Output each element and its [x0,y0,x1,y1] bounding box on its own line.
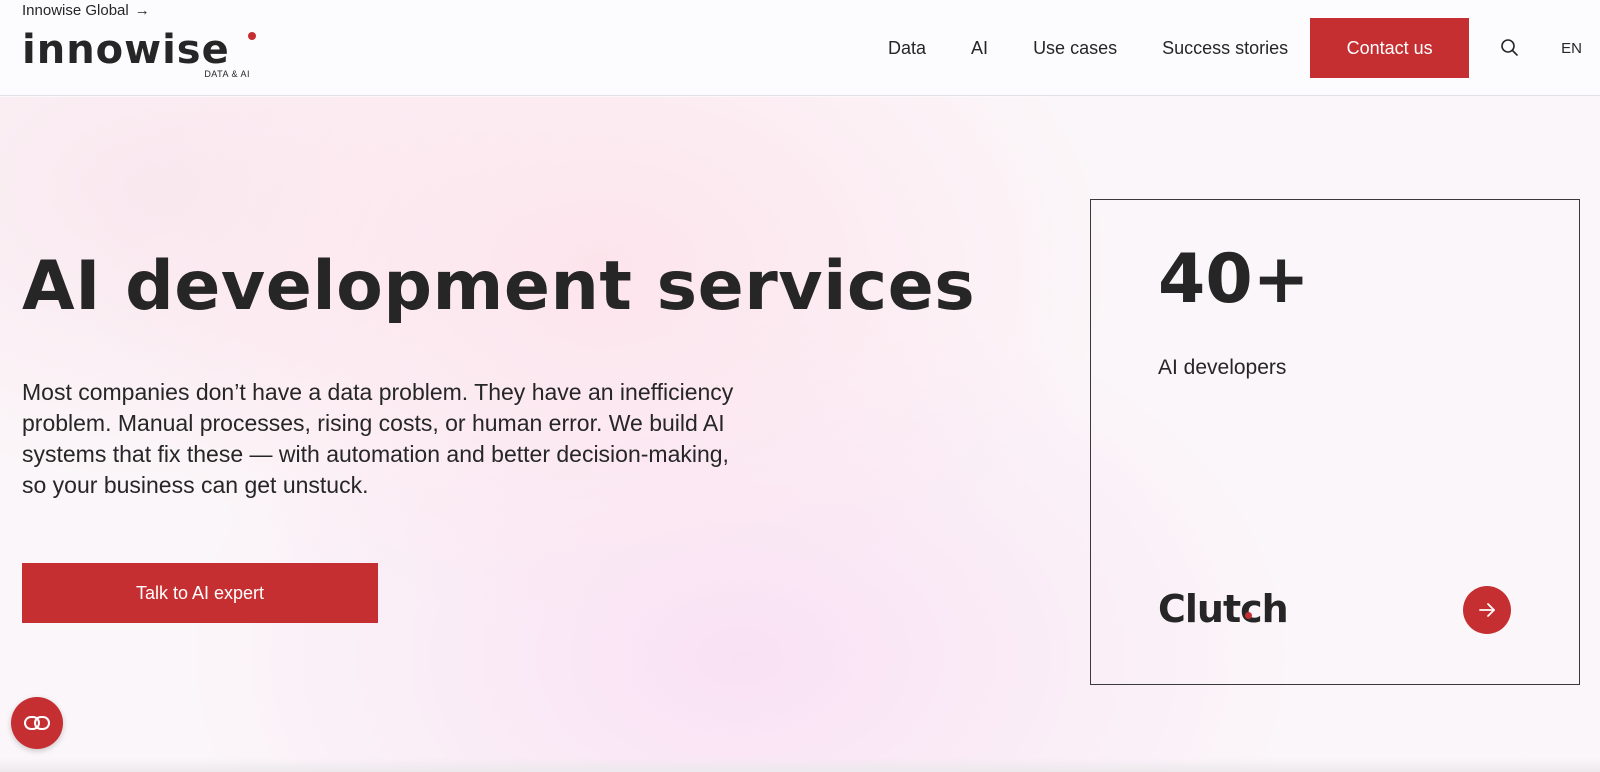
logo-wordmark: innowise [22,27,230,73]
hero-section: AI development services Most companies d… [0,97,1600,772]
stat-card: 40+ AI developers Clutch [1090,199,1580,685]
nav-item-ai[interactable]: AI [971,38,988,59]
search-icon[interactable] [1499,37,1521,59]
main-nav: Data AI Use cases Success stories Contac… [888,0,1600,96]
chat-widget-button[interactable] [11,697,63,749]
bottom-fade [0,758,1600,772]
logo-dot [248,32,256,40]
arrow-right-icon: → [134,1,150,19]
nav-item-data[interactable]: Data [888,38,926,59]
global-link-label: Innowise Global [22,1,129,19]
hero-title: AI development services [22,247,976,326]
logo-subtitle: DATA & AI [204,69,250,79]
hero-description: Most companies don’t have a data problem… [22,379,734,498]
clutch-logo-dot [1245,612,1252,619]
clutch-arrow-button[interactable] [1463,586,1511,634]
talk-to-ai-expert-button[interactable]: Talk to AI expert [22,563,378,623]
innowise-logo[interactable]: innowise DATA & AI [22,28,262,84]
stat-value: 40+ [1158,240,1310,319]
stat-label: AI developers [1158,356,1287,379]
site-header: Innowise Global → innowise DATA & AI Dat… [0,0,1600,96]
nav-item-success-stories[interactable]: Success stories [1162,38,1288,59]
arrow-right-icon [1479,603,1495,617]
chat-icon [24,716,50,730]
nav-item-use-cases[interactable]: Use cases [1033,38,1117,59]
language-switcher[interactable]: EN [1561,40,1582,57]
clutch-logo: Clutch [1158,587,1289,631]
contact-us-button[interactable]: Contact us [1310,18,1470,78]
innowise-global-link[interactable]: Innowise Global → [22,0,150,20]
